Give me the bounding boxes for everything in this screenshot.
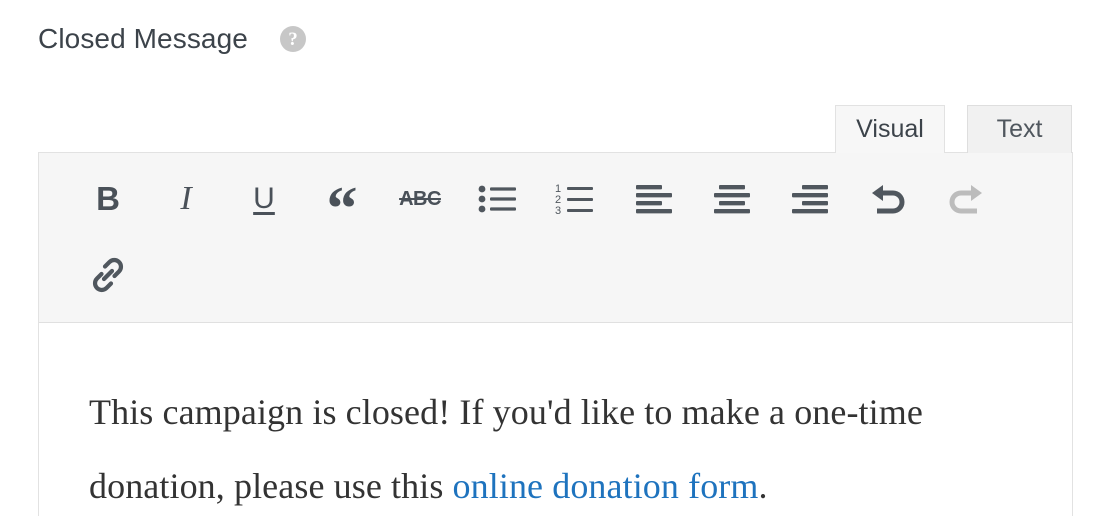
redo-button[interactable] — [927, 168, 1005, 230]
strikethrough-icon: ABC — [399, 187, 441, 210]
undo-icon — [867, 181, 909, 217]
editor-content-area[interactable]: This campaign is closed! If you'd like t… — [39, 323, 1072, 523]
align-right-button[interactable] — [771, 168, 849, 230]
page-title: Closed Message — [38, 23, 248, 54]
insert-link-button[interactable] — [69, 244, 147, 306]
rich-text-editor: B I U “ ABC 1 2 3 This campaign is close… — [38, 152, 1073, 516]
closed-message-field: Closed Message ? Visual Text B I U “ ABC… — [0, 0, 1110, 516]
help-circle-icon[interactable]: ? — [279, 26, 306, 52]
closed-message-paragraph: This campaign is closed! If you'd like t… — [89, 375, 1022, 523]
link-icon — [87, 254, 129, 296]
message-text-after-link: . — [758, 466, 768, 506]
blockquote-button[interactable]: “ — [303, 168, 381, 243]
undo-button[interactable] — [849, 168, 927, 230]
bulleted-list-icon — [478, 184, 518, 214]
numbered-list-icon: 1 2 3 — [555, 183, 597, 215]
align-left-icon — [634, 184, 674, 214]
redo-icon — [945, 181, 987, 217]
tab-visual[interactable]: Visual — [835, 105, 945, 153]
online-donation-form-link[interactable]: online donation form — [453, 466, 759, 506]
tab-text[interactable]: Text — [967, 105, 1072, 153]
help-icon-glyph: ? — [288, 28, 298, 50]
numbered-list-button[interactable]: 1 2 3 — [537, 168, 615, 230]
bold-icon: B — [96, 180, 120, 217]
blockquote-icon: “ — [326, 175, 358, 243]
tab-visual-label: Visual — [856, 115, 924, 143]
align-center-button[interactable] — [693, 168, 771, 230]
italic-icon: I — [180, 180, 192, 217]
bold-button[interactable]: B — [69, 168, 147, 230]
align-right-icon — [790, 184, 830, 214]
strikethrough-button[interactable]: ABC — [381, 168, 459, 230]
editor-mode-tabs: Visual Text — [835, 105, 1072, 153]
editor-toolbar: B I U “ ABC 1 2 3 — [39, 153, 1072, 323]
bulleted-list-button[interactable] — [459, 168, 537, 230]
tab-text-label: Text — [996, 115, 1043, 143]
underline-icon: U — [253, 182, 275, 215]
underline-button[interactable]: U — [225, 168, 303, 230]
field-header: Closed Message ? — [38, 22, 306, 56]
toolbar-row-1: B I U “ ABC 1 2 3 — [69, 161, 1042, 243]
align-left-button[interactable] — [615, 168, 693, 230]
align-center-icon — [712, 184, 752, 214]
toolbar-row-2 — [69, 237, 1042, 313]
svg-text:3: 3 — [555, 205, 561, 215]
italic-button[interactable]: I — [147, 168, 225, 230]
